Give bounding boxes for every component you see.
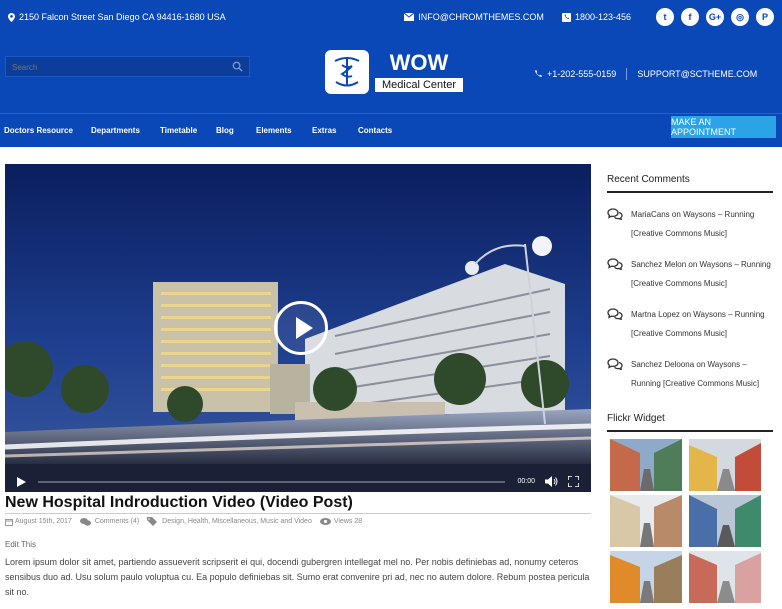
flickr-widget-title: Flickr Widget xyxy=(607,413,773,432)
social-links: t f G+ ◎ P xyxy=(649,8,774,26)
address-bar: 2150 Falcon Street San Diego CA 94416-16… xyxy=(8,12,226,22)
flickr-photo-3[interactable] xyxy=(610,495,682,547)
play-icon[interactable] xyxy=(274,301,328,355)
video-time: 00:00 xyxy=(517,478,535,485)
site-logo[interactable]: WOW Medical Center xyxy=(325,50,464,94)
post-date: August 15th, 2017 xyxy=(5,518,72,526)
recent-comment-item: Martna Lopez on Waysons – Running [Creat… xyxy=(607,305,773,343)
post-categories[interactable]: Design, Health, Miscellaneous, Music and… xyxy=(147,517,312,526)
header-email[interactable]: SUPPORT@SCTHEME.COM xyxy=(637,69,757,79)
recent-comment-item: Sanchez Deloona on Waysons – Running [Cr… xyxy=(607,355,773,393)
caduceus-icon xyxy=(325,50,369,94)
post-comments-text: Comments (4) xyxy=(94,518,140,525)
search-input[interactable] xyxy=(6,58,226,77)
logo-subtitle: Medical Center xyxy=(374,77,464,93)
comment-on: on xyxy=(696,360,706,369)
play-small-icon[interactable] xyxy=(16,476,26,487)
comment-on: on xyxy=(671,210,681,219)
google-plus-icon[interactable]: G+ xyxy=(706,8,724,26)
eye-icon xyxy=(319,518,331,525)
comment-author[interactable]: Sanchez Melon xyxy=(631,260,686,269)
comment-text: MariaCans on Waysons – Running [Creative… xyxy=(631,205,773,243)
logo-wordmark: WOW Medical Center xyxy=(374,51,464,93)
pinterest-icon[interactable]: P xyxy=(756,8,774,26)
nav-extras[interactable]: Extras xyxy=(312,126,336,135)
nav-contacts[interactable]: Contacts xyxy=(358,126,392,135)
nav-departments[interactable]: Departments xyxy=(91,126,140,135)
comments-icon xyxy=(79,517,91,526)
edit-link[interactable]: Edit This xyxy=(5,540,36,549)
envelope-icon xyxy=(404,13,415,21)
nav-elements[interactable]: Elements xyxy=(256,126,292,135)
post-title[interactable]: New Hospital Indroduction Video (Video P… xyxy=(5,494,353,512)
comment-on: on xyxy=(688,260,698,269)
tags-icon xyxy=(147,517,158,526)
recent-comment-item: Sanchez Melon on Waysons – Running [Crea… xyxy=(607,255,773,293)
post-views-text: Views 28 xyxy=(333,518,363,525)
logo-title: WOW xyxy=(389,50,449,75)
site-header: 2150 Falcon Street San Diego CA 94416-16… xyxy=(0,0,782,147)
top-email[interactable]: INFO@CHROMTHEMES.COM xyxy=(404,12,544,22)
phone-box-icon xyxy=(561,12,571,22)
video-player[interactable]: 00:00 xyxy=(5,164,591,492)
comment-author[interactable]: MariaCans xyxy=(631,210,670,219)
comment-text: Martna Lopez on Waysons – Running [Creat… xyxy=(631,305,773,343)
volume-icon[interactable] xyxy=(545,476,558,487)
contact-divider xyxy=(626,68,628,80)
comment-on: on xyxy=(682,310,692,319)
nav-blog[interactable]: Blog xyxy=(216,126,234,135)
flickr-photo-4[interactable] xyxy=(689,495,761,547)
comment-bubble-icon xyxy=(607,355,624,393)
search-icon[interactable] xyxy=(232,61,243,72)
header-contact: +1-202-555-0159 SUPPORT@SCTHEME.COM xyxy=(534,68,757,80)
top-phone-text: 1800-123-456 xyxy=(574,12,631,22)
location-pin-icon xyxy=(8,12,15,22)
nav-timetable[interactable]: Timetable xyxy=(160,126,197,135)
flickr-photo-2[interactable] xyxy=(689,439,761,491)
phone-icon xyxy=(535,70,542,77)
post-comments[interactable]: Comments (4) xyxy=(79,517,140,526)
comment-author[interactable]: Sanchez Deloona xyxy=(631,360,694,369)
recent-comment-item: MariaCans on Waysons – Running [Creative… xyxy=(607,205,773,243)
flickr-photo-5[interactable] xyxy=(610,551,682,603)
video-controls: 00:00 xyxy=(5,471,591,492)
calendar-icon xyxy=(5,518,13,526)
top-contact-bar: INFO@CHROMTHEMES.COM 1800-123-456 t f G+ ◎ P xyxy=(404,8,774,26)
flickr-thumbnails xyxy=(610,439,773,603)
comment-bubble-icon xyxy=(607,305,624,343)
header-phone[interactable]: +1-202-555-0159 xyxy=(547,69,616,79)
recent-comments-title: Recent Comments xyxy=(607,174,773,193)
recent-comments-list: MariaCans on Waysons – Running [Creative… xyxy=(607,205,773,393)
comment-author[interactable]: Martna Lopez xyxy=(631,310,680,319)
top-email-text: INFO@CHROMTHEMES.COM xyxy=(418,12,544,22)
top-phone[interactable]: 1800-123-456 xyxy=(561,12,631,22)
comment-text: Sanchez Deloona on Waysons – Running [Cr… xyxy=(631,355,773,393)
facebook-icon[interactable]: f xyxy=(681,8,699,26)
post-excerpt: Lorem ipsum dolor sit amet, partiendo as… xyxy=(5,557,590,597)
instagram-icon[interactable]: ◎ xyxy=(731,8,749,26)
nav-doctors-resource[interactable]: Doctors Resource xyxy=(4,126,73,135)
title-divider xyxy=(5,513,591,514)
comment-text: Sanchez Melon on Waysons – Running [Crea… xyxy=(631,255,773,293)
address-text: 2150 Falcon Street San Diego CA 94416-16… xyxy=(19,12,226,22)
sidebar: Recent Comments MariaCans on Waysons – R… xyxy=(607,174,773,603)
comment-bubble-icon xyxy=(607,205,624,243)
twitter-icon[interactable]: t xyxy=(656,8,674,26)
make-appointment-button[interactable]: MAKE AN APPOINTMENT xyxy=(671,116,776,138)
fullscreen-icon[interactable] xyxy=(568,476,579,487)
flickr-photo-1[interactable] xyxy=(610,439,682,491)
main-nav: Doctors Resource Departments Timetable B… xyxy=(0,113,782,147)
post-date-text: August 15th, 2017 xyxy=(15,518,72,525)
comment-bubble-icon xyxy=(607,255,624,293)
post-views: Views 28 xyxy=(319,518,363,525)
search-box[interactable] xyxy=(5,56,250,77)
flickr-photo-6[interactable] xyxy=(689,551,761,603)
post-meta: August 15th, 2017 Comments (4) Design, H… xyxy=(5,517,370,526)
video-progress-bar[interactable] xyxy=(38,480,506,483)
post-categories-text: Design, Health, Miscellaneous, Music and… xyxy=(162,518,312,525)
